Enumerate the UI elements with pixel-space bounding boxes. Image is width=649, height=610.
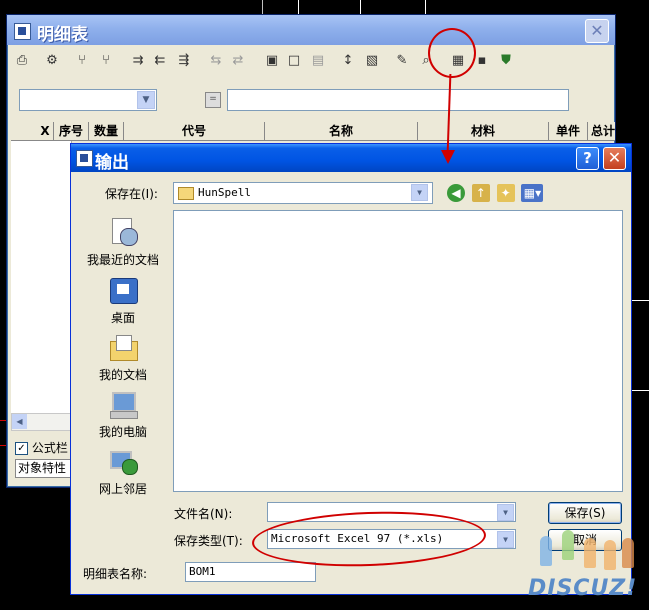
watermark-figure [622,538,634,568]
up-folder-icon[interactable]: ↑ [471,184,490,202]
filter-operator-button[interactable]: = [205,92,221,108]
place-label: 我的文档 [98,368,147,382]
network-places-icon [108,447,138,477]
my-computer-icon [108,390,138,420]
places-bar: 我最近的文档 桌面 我的文档 我的电脑 网上邻居 [79,210,167,500]
place-my-documents[interactable]: 我的文档 [79,333,167,383]
look-in-label: 保存在(I): [105,187,158,201]
layout-icon[interactable]: □ [285,52,303,70]
fork-icon[interactable]: ⑂ [73,52,91,70]
horizontal-scrollbar[interactable]: ◀ [11,413,75,431]
split-icon[interactable]: ⇇ [151,52,169,70]
column-header-code[interactable]: 代号 [124,122,265,140]
chevron-down-icon[interactable]: ▼ [411,184,428,201]
help-button[interactable]: ? [576,147,599,170]
sort-icon[interactable]: ↕ [339,52,357,70]
grid-body[interactable] [11,141,72,421]
place-label: 我的电脑 [98,425,147,439]
column-header-x[interactable]: X [37,122,54,140]
watermark-figure [540,536,552,566]
filetype-label: 保存类型(T): [174,534,243,548]
fork2-icon[interactable]: ⑂ [97,52,115,70]
new-folder-icon[interactable]: ✦ [496,184,515,202]
shield-icon[interactable]: ⛊ [497,52,515,70]
my-documents-icon [108,333,138,363]
align2-icon[interactable]: ⇄ [229,52,247,70]
bom-close-button[interactable]: ✕ [585,19,609,43]
place-label: 网上邻居 [98,482,147,496]
navigation-toolbar: ◀ ↑ ✦ ▦▾ [447,184,546,202]
watermark-figure [562,530,574,560]
report-icon[interactable]: ▧ [363,52,381,70]
dialog-app-icon [76,150,93,167]
printer-icon[interactable]: ⎙ [13,52,31,70]
column-header-index[interactable]: 序号 [54,122,89,140]
recent-documents-icon [108,218,138,248]
grid-header: X 序号 数量 代号 名称 材料 单件 总计 [11,122,615,141]
dialog-title: 输出 [95,153,129,173]
align-icon[interactable]: ⇆ [207,52,225,70]
bom-name-input[interactable]: BOM1 [185,562,316,582]
filter-field-select[interactable]: ▼ [19,89,157,111]
formula-bar-label: 公式栏 [31,441,68,455]
place-network-places[interactable]: 网上邻居 [79,447,167,497]
bom-toolbar: ⎙ ⚙ ⑂ ⑂ ⇉ ⇇ ⇶ ⇆ ⇄ ▣ □ ▤ ↕ ▧ ✎ ⌕ ▦ ▪ ⛊ [11,49,611,75]
filter-row: ▼ = [19,87,569,111]
chevron-down-icon[interactable]: ▼ [497,531,514,548]
formula-bar-toggle[interactable]: ✓ 公式栏 [15,439,68,456]
back-icon[interactable]: ◀ [447,184,465,202]
view-menu-icon[interactable]: ▦▾ [521,184,544,202]
bom-window-title: 明细表 [37,25,88,45]
bom-name-label: 明细表名称: [83,567,148,581]
chevron-down-icon[interactable]: ▼ [137,91,155,109]
watermark-figure [604,540,616,570]
look-in-value: HunSpell [198,186,251,199]
chevron-left-icon[interactable]: ◀ [12,414,27,429]
layout2-icon[interactable]: ▤ [309,52,327,70]
column-header-quantity[interactable]: 数量 [89,122,124,140]
column-header-unit[interactable]: 单件 [549,122,588,140]
tool-icon[interactable]: ✎ [393,52,411,70]
properties-icon[interactable]: ▣ [263,52,281,70]
file-list[interactable] [173,210,623,492]
watermark-text: DISCUZ! [528,576,638,601]
column-header-name[interactable]: 名称 [265,122,418,140]
chevron-down-icon[interactable]: ▼ [497,504,514,521]
dialog-titlebar[interactable]: 输出 ? ✕ [71,144,631,173]
place-my-computer[interactable]: 我的电脑 [79,390,167,440]
settings-icon[interactable]: ⚙ [43,52,61,70]
bom-titlebar[interactable]: 明细表 ✕ [7,15,615,45]
desktop-icon [108,276,138,306]
join-icon[interactable]: ⇉ [129,52,147,70]
folder-icon [178,187,194,200]
merge-icon[interactable]: ⇶ [175,52,193,70]
look-in-select[interactable]: HunSpell ▼ [173,182,433,204]
annotation-arrow-head [441,150,455,164]
watermark-figure [584,538,596,568]
column-header-total[interactable]: 总计 [588,122,618,140]
bom-app-icon [14,23,31,40]
column-header-material[interactable]: 材料 [418,122,549,140]
dialog-close-button[interactable]: ✕ [603,147,626,170]
save-button[interactable]: 保存(S) [548,502,622,524]
place-desktop[interactable]: 桌面 [79,276,167,326]
check-icon[interactable]: ✓ [15,442,28,455]
place-label: 我最近的文档 [86,253,159,267]
annotation-circle-export-icon [428,28,476,78]
filename-label: 文件名(N): [174,507,233,521]
place-label: 桌面 [110,311,135,325]
filter-value-input[interactable] [227,89,569,111]
place-recent-documents[interactable]: 我最近的文档 [79,218,167,268]
